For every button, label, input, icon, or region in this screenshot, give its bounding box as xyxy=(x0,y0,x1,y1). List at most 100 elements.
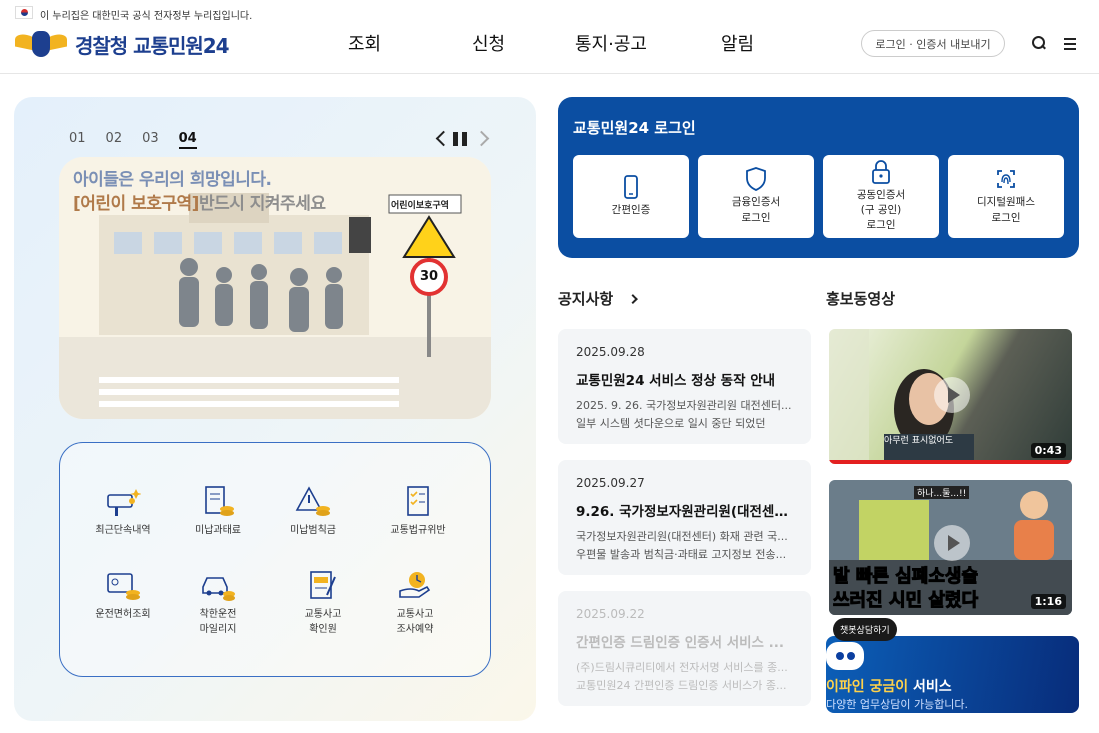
notice-summary-line: 국가정보자원관리원(대전센터) 화재 관련 국... xyxy=(576,530,788,543)
login-digital-onepass-button[interactable]: 디지털원패스 로그인 xyxy=(948,155,1064,238)
service-unpaid-fine[interactable]: 미납과태료 xyxy=(170,485,266,538)
chatbot-title: 이파인 궁금이 서비스 xyxy=(826,676,952,696)
nav-alerts[interactable]: 알림 xyxy=(721,30,754,56)
login-method-label: 금융인증서 로그인 xyxy=(731,196,781,224)
notice-item[interactable]: 2025.09.27 9.26. 국가정보자원관리원(대전센터... 국가정보자… xyxy=(558,460,811,575)
service-accident-certificate[interactable]: 교통사고 확인원 xyxy=(275,569,371,637)
main-visual-panel: 01 02 03 04 아이들은 우리의 희망입니다. [어린이 보호구역]반드… xyxy=(14,97,536,721)
korea-flag-icon xyxy=(15,6,33,19)
site-header: 경찰청 교통민원24 조회 신청 통지·공고 알림 로그인 · 인증서 내보내기 xyxy=(0,26,1099,74)
chatbot-description: 다양한 업무상담이 가능합니다. xyxy=(826,698,969,711)
video-caption-top: 하나...둘...!! xyxy=(914,486,970,499)
next-slide-icon[interactable] xyxy=(476,131,490,147)
login-method-label: 디지털원패스 로그인 xyxy=(977,196,1035,224)
document-pen-icon xyxy=(305,569,341,603)
notice-summary: 국가정보자원관리원(대전센터) 화재 관련 국... 우편물 발송과 범칙금·과… xyxy=(576,528,793,563)
banner-subheadline: [어린이 보호구역]반드시 지켜주세요 xyxy=(73,189,326,214)
notice-item[interactable]: 2025.09.28 교통민원24 서비스 정상 동작 안내 2025. 9. … xyxy=(558,329,811,444)
checklist-icon xyxy=(400,485,436,519)
notice-date: 2025.09.28 xyxy=(576,345,645,359)
notice-summary-line: 일부 시스템 셧다운으로 일시 중단 되었던 xyxy=(576,416,766,430)
logo-text: 경찰청 교통민원24 xyxy=(75,33,230,58)
video-duration: 1:16 xyxy=(1030,594,1066,609)
notice-summary: (주)드림시큐리티에서 전자서명 서비스를 종... 교통민원24 간편인증 드… xyxy=(576,659,793,694)
fingerprint-icon xyxy=(994,167,1018,191)
play-icon[interactable] xyxy=(934,377,970,413)
promo-video-thumbnail[interactable]: 아무런 표시없어도 0:43 xyxy=(829,329,1072,464)
camera-icon xyxy=(105,485,142,519)
chatbot-icon xyxy=(826,642,864,670)
notice-summary-line: 교통민원24 간편인증 드림인증 서비스가 종... xyxy=(576,678,787,692)
play-icon[interactable] xyxy=(934,525,970,561)
login-export-button[interactable]: 로그인 · 인증서 내보내기 xyxy=(861,30,1005,57)
service-label: 교통사고 조사예약 xyxy=(396,609,434,635)
notice-summary-line: 우편물 발송과 범칙금·과태료 고지정보 전송... xyxy=(576,547,787,561)
pause-icon[interactable] xyxy=(453,131,468,147)
slide-number-2[interactable]: 02 xyxy=(106,131,123,149)
slide-banner[interactable]: 아이들은 우리의 희망입니다. [어린이 보호구역]반드시 지켜주세요 어린이보… xyxy=(59,157,491,419)
service-unpaid-penalty[interactable]: 미납범칙금 xyxy=(265,485,361,538)
promo-video-thumbnail[interactable]: 하나...둘...!! 발 빠른 심폐소생술 쓰러진 시민 살렸다 1:16 xyxy=(829,480,1072,615)
banner-headline: 아이들은 우리의 희망입니다. xyxy=(73,170,272,190)
slide-pagination: 01 02 03 04 xyxy=(69,131,197,149)
nav-apply[interactable]: 신청 xyxy=(472,30,505,56)
login-method-label: 공동인증서 (구 공인) 로그인 xyxy=(856,188,906,232)
service-good-driving-mileage[interactable]: 착한운전 마일리지 xyxy=(170,569,266,637)
slide-number-1[interactable]: 01 xyxy=(69,131,86,149)
speed-limit-sign: 30 xyxy=(419,269,439,284)
notice-summary: 2025. 9. 26. 국가정보자원관리원 대전센터... 일부 시스템 셧다… xyxy=(576,397,793,432)
service-label: 착한운전 마일리지 xyxy=(199,609,237,635)
service-label: 미납범칙금 xyxy=(290,525,336,536)
quick-services: 최근단속내역 미납과태료 미납범칙금 교통법규위반 운전면허조회 착한운전 마일… xyxy=(59,442,491,677)
notice-summary-line: (주)드림시큐리티에서 전자서명 서비스를 종... xyxy=(576,661,788,674)
chevron-right-icon[interactable] xyxy=(628,294,639,305)
warning-coin-icon xyxy=(295,485,331,519)
nav-inquiry[interactable]: 조회 xyxy=(348,30,381,56)
receipt-coin-icon xyxy=(200,485,236,519)
video-progress-bar xyxy=(829,460,1072,464)
notice-title: 교통민원24 서비스 정상 동작 안내 xyxy=(576,373,776,389)
chatbot-name: 이파인 궁금이 xyxy=(826,679,909,695)
school-zone-sign-label: 어린이보호구역 xyxy=(391,201,449,211)
login-title: 교통민원24 로그인 xyxy=(573,119,696,137)
service-recent-enforcement[interactable]: 최근단속내역 xyxy=(75,485,171,538)
lock-icon xyxy=(869,159,893,184)
service-label: 최근단속내역 xyxy=(95,525,151,536)
chatbot-card[interactable]: 이파인 궁금이 서비스 다양한 업무상담이 가능합니다. xyxy=(826,636,1079,713)
video-section-title: 홍보동영상 xyxy=(826,290,896,308)
notice-summary-line: 2025. 9. 26. 국가정보자원관리원 대전센터... xyxy=(576,399,792,412)
nav-notice-announce[interactable]: 통지·공고 xyxy=(575,30,647,56)
login-simple-auth-button[interactable]: 간편인증 xyxy=(573,155,689,238)
notice-title: 9.26. 국가정보자원관리원(대전센터... xyxy=(576,504,793,520)
login-financial-cert-button[interactable]: 금융인증서 로그인 xyxy=(698,155,814,238)
video-duration: 0:43 xyxy=(1030,443,1066,458)
login-method-label: 간편인증 xyxy=(611,203,651,216)
service-label: 미납과태료 xyxy=(195,525,241,536)
notice-section-title[interactable]: 공지사항 xyxy=(558,288,639,309)
phone-icon xyxy=(619,174,643,199)
car-coin-icon xyxy=(200,569,236,603)
service-traffic-violation[interactable]: 교통법규위반 xyxy=(370,485,466,538)
service-accident-investigation-booking[interactable]: 교통사고 조사예약 xyxy=(367,569,463,637)
prev-slide-icon[interactable] xyxy=(434,131,448,147)
chatbot-suffix: 서비스 xyxy=(908,679,952,695)
police-emblem-icon xyxy=(15,27,67,61)
video-caption-line-1: 발 빠른 심폐소생술 xyxy=(832,566,979,588)
slide-number-3[interactable]: 03 xyxy=(142,131,159,149)
video-caption-line-2: 쓰러진 시민 살렸다 xyxy=(832,590,979,612)
notice-item[interactable]: 2025.09.22 간편인증 드림인증 인증서 서비스 ... (주)드림시큐… xyxy=(558,591,811,706)
service-license-inquiry[interactable]: 운전면허조회 xyxy=(75,569,171,622)
notice-date: 2025.09.27 xyxy=(576,476,645,490)
hand-clock-icon xyxy=(397,569,433,603)
shield-icon xyxy=(744,167,768,192)
slide-number-4[interactable]: 04 xyxy=(178,131,197,149)
login-joint-cert-button[interactable]: 공동인증서 (구 공인) 로그인 xyxy=(823,155,939,238)
search-icon[interactable] xyxy=(1030,34,1048,52)
banner-highlight: [어린이 보호구역] xyxy=(73,194,199,214)
login-panel: 교통민원24 로그인 간편인증 금융인증서 로그인 공동인증서 (구 공인) 로… xyxy=(558,97,1079,258)
menu-icon[interactable] xyxy=(1062,34,1080,52)
chatbot-tooltip[interactable]: 챗봇상담하기 xyxy=(833,618,897,641)
site-logo[interactable]: 경찰청 교통민원24 xyxy=(15,26,230,62)
gov-banner: 이 누리집은 대한민국 공식 전자정부 누리집입니다. xyxy=(0,0,1099,26)
license-coin-icon xyxy=(105,569,141,603)
